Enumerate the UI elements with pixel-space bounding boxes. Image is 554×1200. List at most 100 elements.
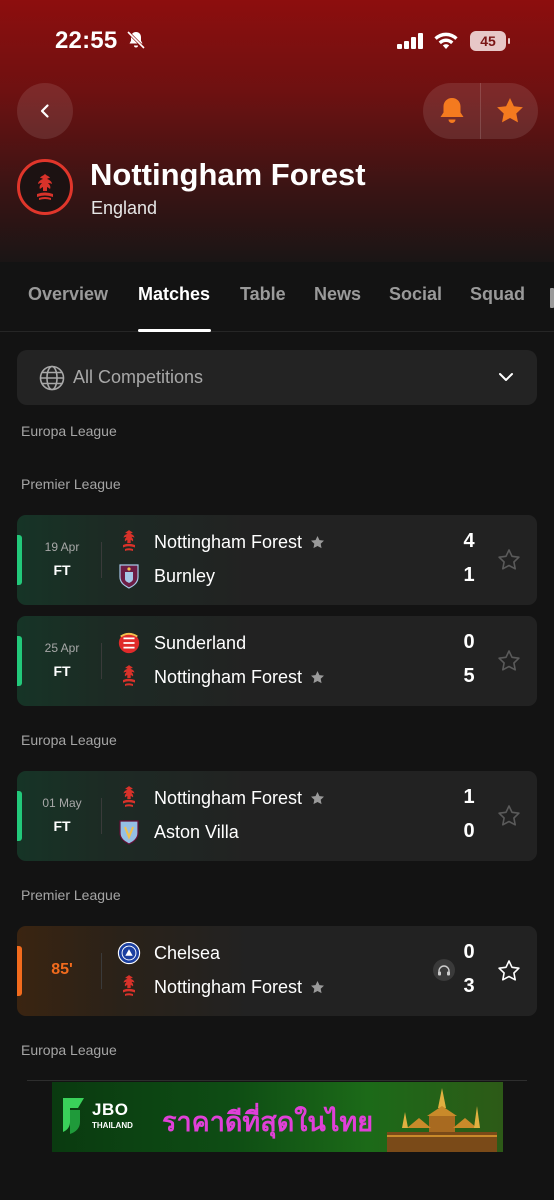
team-header: 22:55 45 Nottingham Forest England — [0, 0, 554, 262]
star-outline-icon[interactable] — [497, 548, 521, 572]
team-crest — [17, 159, 73, 215]
temple-illustration-icon — [387, 1088, 497, 1152]
match-card[interactable]: 25 Apr FT Sunderland Nottingham Forest 0… — [17, 616, 537, 706]
match-date: 01 May — [42, 796, 82, 810]
battery-indicator: 45 — [470, 31, 510, 51]
forest-crest-icon — [117, 663, 141, 691]
headphones-icon — [438, 965, 450, 976]
favorite-team-star-icon — [311, 535, 325, 548]
away-score: 1 — [463, 564, 475, 586]
tab-news[interactable]: News — [314, 284, 361, 305]
finished-indicator — [17, 791, 22, 841]
tab-squad[interactable]: Squad — [470, 284, 525, 305]
away-team-row: Nottingham Forest — [117, 663, 325, 691]
tab-matches[interactable]: Matches — [138, 284, 210, 305]
team-name: Nottingham Forest — [90, 157, 366, 192]
ad-banner[interactable]: JBO THAILAND ราคาดีที่สุดในไทย — [52, 1082, 503, 1152]
favorite-team-star-icon — [311, 980, 325, 993]
wifi-icon — [433, 31, 459, 56]
audio-commentary-button[interactable] — [433, 959, 455, 981]
home-score: 4 — [463, 530, 475, 552]
match-date: 25 Apr — [44, 641, 80, 655]
tab-table[interactable]: Table — [240, 284, 286, 305]
divider — [101, 643, 102, 679]
away-team-row: Burnley — [117, 562, 215, 590]
divider — [101, 542, 102, 578]
match-card[interactable]: 19 Apr FT Nottingham Forest Burnley 4 1 — [17, 515, 537, 605]
favorite-team-star-icon — [311, 670, 325, 683]
away-team-name: Burnley — [154, 565, 216, 586]
tree-crest-icon — [37, 174, 53, 200]
away-score: 3 — [463, 975, 475, 997]
section-header: Premier League — [21, 887, 121, 903]
away-team-name: Nottingham Forest — [154, 666, 303, 687]
section-header: Premier League — [21, 476, 121, 492]
home-score: 1 — [463, 786, 475, 808]
home-team-name: Nottingham Forest — [154, 787, 303, 808]
star-outline-icon[interactable] — [497, 959, 521, 983]
bell-icon — [440, 98, 463, 123]
home-team-row: Sunderland — [117, 629, 246, 657]
filter-label: All Competitions — [73, 367, 204, 387]
divider — [101, 798, 102, 834]
section-header: Europa League — [21, 732, 117, 748]
aston-villa-crest-icon — [117, 818, 141, 846]
match-card-live[interactable]: 85' Chelsea Nottingham Forest 0 3 — [17, 926, 537, 1016]
finished-indicator — [17, 535, 22, 585]
home-team-row: Chelsea — [117, 939, 220, 967]
status-bar: 22:55 45 — [0, 0, 554, 80]
star-outline-icon[interactable] — [497, 649, 521, 673]
chevron-left-icon — [40, 104, 49, 118]
competition-filter[interactable]: All Competitions — [17, 350, 537, 405]
match-minute: 85' — [51, 961, 73, 978]
tab-bar: Overview Matches Table News Social Squad — [0, 262, 554, 332]
forest-crest-icon — [117, 973, 141, 1001]
globe-icon — [39, 365, 65, 390]
home-team-name: Sunderland — [154, 632, 247, 653]
burnley-crest-icon — [117, 562, 141, 590]
section-header: Europa League — [21, 1042, 117, 1058]
star-outline-icon[interactable] — [497, 804, 521, 828]
active-tab-indicator — [138, 329, 211, 332]
tab-social[interactable]: Social — [389, 284, 442, 305]
home-team-row: Nottingham Forest — [117, 528, 325, 556]
team-country: England — [91, 198, 158, 218]
home-score: 0 — [463, 631, 475, 653]
header-actions — [423, 83, 538, 139]
ad-brand-sub: THAILAND — [92, 1121, 133, 1130]
home-team-name: Chelsea — [154, 942, 221, 963]
ad-divider — [27, 1080, 527, 1081]
finished-indicator — [17, 636, 22, 686]
jbo-logo-icon — [63, 1098, 84, 1134]
ad-brand: JBO — [92, 1100, 129, 1119]
tab-overview[interactable]: Overview — [28, 284, 108, 305]
tab-overflow[interactable] — [550, 288, 554, 308]
ad-text: ราคาดีที่สุดในไทย — [162, 1107, 374, 1137]
live-indicator — [17, 946, 22, 996]
forest-crest-icon — [117, 528, 141, 556]
silent-mode-icon — [126, 30, 146, 55]
follow-team-button[interactable] — [481, 83, 538, 139]
back-button[interactable] — [17, 83, 73, 139]
divider — [101, 953, 102, 989]
status-time: 22:55 — [55, 27, 118, 54]
forest-crest-icon — [117, 784, 141, 812]
match-status: FT — [53, 818, 71, 834]
star-filled-icon — [496, 98, 523, 123]
cellular-signal-icon — [397, 33, 425, 54]
match-card[interactable]: 01 May FT Nottingham Forest Aston Villa … — [17, 771, 537, 861]
chelsea-crest-icon — [117, 939, 141, 967]
home-team-name: Nottingham Forest — [154, 531, 303, 552]
away-team-row: Aston Villa — [117, 818, 239, 846]
section-header: Europa League — [21, 423, 117, 439]
away-team-name: Nottingham Forest — [154, 976, 303, 997]
away-team-row: Nottingham Forest — [117, 973, 325, 1001]
match-date: 19 Apr — [44, 540, 80, 554]
match-status: FT — [53, 562, 71, 578]
match-status: FT — [53, 663, 71, 679]
team-page: 22:55 45 Nottingham Forest England Overv… — [0, 0, 554, 1200]
sunderland-crest-icon — [117, 629, 141, 657]
notifications-button[interactable] — [423, 83, 480, 139]
away-team-name: Aston Villa — [154, 821, 239, 842]
home-score: 0 — [463, 941, 475, 963]
